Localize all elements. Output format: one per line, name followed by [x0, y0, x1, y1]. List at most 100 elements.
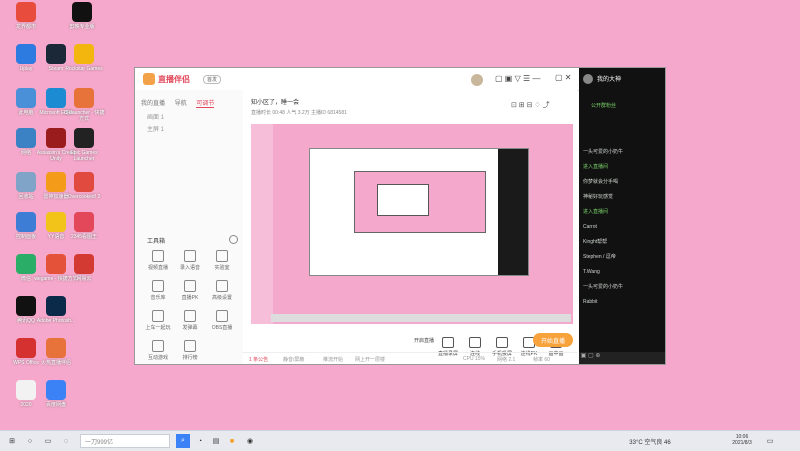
tool-label: 视频直播	[147, 265, 168, 271]
chat-panel: 我的大神 公开群粉丝 一头可爱的小奶牛 进入直播间 你梦就会分手喝 神秘好玩感觉 进入直…	[579, 68, 665, 364]
tool-icon	[216, 250, 228, 262]
meta-id: 主播ID 6814581	[311, 110, 347, 116]
tool-item[interactable]: 排行榜	[175, 340, 205, 361]
app-badge[interactable]: 首发	[203, 75, 222, 84]
preview-taskbar	[271, 314, 571, 322]
chat-message: Carrot	[583, 224, 597, 230]
tool-icon	[152, 310, 164, 322]
tool-label: 发弹幕	[182, 325, 198, 331]
obs-icon[interactable]: ◉	[244, 434, 256, 448]
explorer-icon[interactable]: ▤	[210, 434, 222, 448]
status-notice[interactable]: 1 条公告	[249, 356, 268, 363]
streamer-avatar	[583, 74, 593, 84]
chat-message: Rabbit	[583, 299, 598, 305]
desktop-icon[interactable]: 2345看图王	[62, 212, 106, 240]
preview-toolbar[interactable]: ⊡ ⊞ ⊟ ♢ ⤴	[511, 100, 550, 110]
app-icon	[74, 254, 94, 274]
tool-item[interactable]: 高级设置	[207, 280, 237, 301]
scene-item-2[interactable]: 主屏 1	[147, 124, 164, 133]
tool-label: 上车一起玩	[145, 325, 171, 331]
desktop-icon[interactable]: 火热直播伴侣	[34, 338, 78, 366]
status-net: 网络 2.1	[497, 357, 516, 363]
tool-item[interactable]: 音乐库	[143, 280, 173, 301]
edge-icon[interactable]: ◔	[194, 434, 206, 448]
app-icon	[16, 88, 36, 108]
app-icon	[16, 2, 36, 22]
start-live-button[interactable]: 开始直播	[533, 333, 573, 347]
search-icon[interactable]: ○	[24, 434, 36, 448]
desktop-icon[interactable]: Rockstar Games	[62, 44, 106, 72]
meta-duration-label: 直播时长	[251, 110, 272, 116]
bottom-toolbar-label: 开启直播	[413, 338, 434, 344]
desktop-icon-label: Rockstar Games	[65, 66, 103, 72]
stream-preview[interactable]	[251, 124, 573, 324]
tab-my-live[interactable]: 我的直播	[141, 98, 165, 107]
desktop-icon[interactable]: 剪映专业版	[60, 2, 104, 30]
app-icon	[16, 380, 36, 400]
tool-icon	[216, 310, 228, 322]
tool-label: 互动游戏	[147, 355, 168, 361]
task-view-icon[interactable]: ▭	[42, 434, 54, 448]
live-app-icon[interactable]: ■	[226, 434, 238, 448]
desktop-icon[interactable]: Epic Games Launcher	[62, 128, 106, 162]
toolbar-icons[interactable]: ▢ ▣ ▽ ☰ —	[495, 74, 540, 83]
tab-adjust[interactable]: 可调节	[196, 98, 215, 108]
weather[interactable]: 33°C 空气良 46	[600, 434, 700, 448]
app-icon	[16, 128, 36, 148]
desktop-icon[interactable]: 龙界都市	[4, 2, 48, 30]
avatar[interactable]	[471, 74, 483, 86]
tool-item[interactable]: 视频直播	[143, 250, 173, 271]
desktop-icon[interactable]: 网易云	[62, 254, 106, 282]
desktop-icon[interactable]: 百度网盘	[34, 380, 78, 408]
taskbar-search-input[interactable]: 一刀999亿	[80, 434, 170, 448]
chat-message: 一头可爱的小奶牛	[583, 284, 624, 290]
search-go-button[interactable]: ⌕	[176, 434, 190, 448]
bottom-toolbar-button[interactable]: 开启直播	[409, 337, 439, 344]
tool-label: 实验室	[214, 265, 230, 271]
tool-item[interactable]: 互动游戏	[143, 340, 173, 361]
desktop-icon[interactable]: Adobe Photosh...	[34, 296, 78, 324]
app-icon	[16, 212, 36, 232]
desktop-icon[interactable]: Overcooked! 2	[62, 172, 106, 200]
notification-icon[interactable]: ▭	[764, 434, 776, 448]
start-icon[interactable]: ⊞	[6, 434, 18, 448]
preview-icon-column	[251, 124, 273, 324]
tool-item[interactable]: 直播PK	[175, 280, 205, 301]
tab-nav[interactable]: 导航	[175, 98, 187, 107]
status-floor: 网上开一层楼	[355, 357, 386, 363]
tool-icon	[184, 310, 196, 322]
tool-item[interactable]: 实验室	[207, 250, 237, 271]
tool-label: 录入语音	[179, 265, 200, 271]
chat-sub: 公开群粉丝	[591, 103, 617, 109]
app-icon	[16, 296, 36, 316]
left-tabs: 我的直播 导航 可调节	[141, 98, 222, 108]
app-icon	[16, 44, 36, 64]
app-icon	[46, 296, 66, 316]
chat-taskbar-icon[interactable]: ◌	[60, 434, 72, 448]
clock[interactable]: 10:06 2021/8/3	[730, 433, 754, 447]
tool-item[interactable]: 发弹幕	[175, 310, 205, 331]
app-icon	[74, 212, 94, 232]
tool-label: 直播PK	[181, 295, 199, 301]
live-companion-window: 直播伴侣 首发 ▢ ▣ ▽ ☰ — ▢ ✕ 我的直播 导航 可调节 画面 1 主…	[134, 67, 666, 365]
chat-controls[interactable]: ▣ ▢ ⊕	[579, 352, 665, 364]
window-controls[interactable]: ▢ ✕	[555, 73, 571, 82]
tool-label: OBS直播	[211, 325, 233, 331]
desktop-icon-label: 火热直播伴侣	[40, 360, 71, 366]
desktop-icon-label: 2345看图王	[70, 234, 98, 240]
status-mute[interactable]: 静音/屏蔽	[283, 356, 304, 363]
tool-item[interactable]: OBS直播	[207, 310, 237, 331]
tool-item[interactable]: 上车一起玩	[143, 310, 173, 331]
desktop-icon-label: CRlauncher - 快捷方式	[63, 110, 105, 122]
scene-item-1[interactable]: 画面 1	[147, 112, 164, 121]
desktop-icon[interactable]: CRlauncher - 快捷方式	[62, 88, 106, 122]
stream-title[interactable]: 知小区了，睡一会	[251, 97, 299, 106]
app-icon	[46, 338, 66, 358]
tool-icon	[184, 340, 196, 352]
gear-icon[interactable]	[229, 235, 238, 244]
stream-meta: 直播时长 00:48 人气 3.2万 主播ID 6814581	[251, 109, 347, 116]
taskbar: ⊞ ○ ▭ ◌ 一刀999亿 ⌕ ◔ ▤ ■ ◉ 33°C 空气良 46 10:…	[0, 430, 800, 451]
tool-item[interactable]: 录入语音	[175, 250, 205, 271]
app-icon	[72, 2, 92, 22]
tool-icon	[184, 280, 196, 292]
